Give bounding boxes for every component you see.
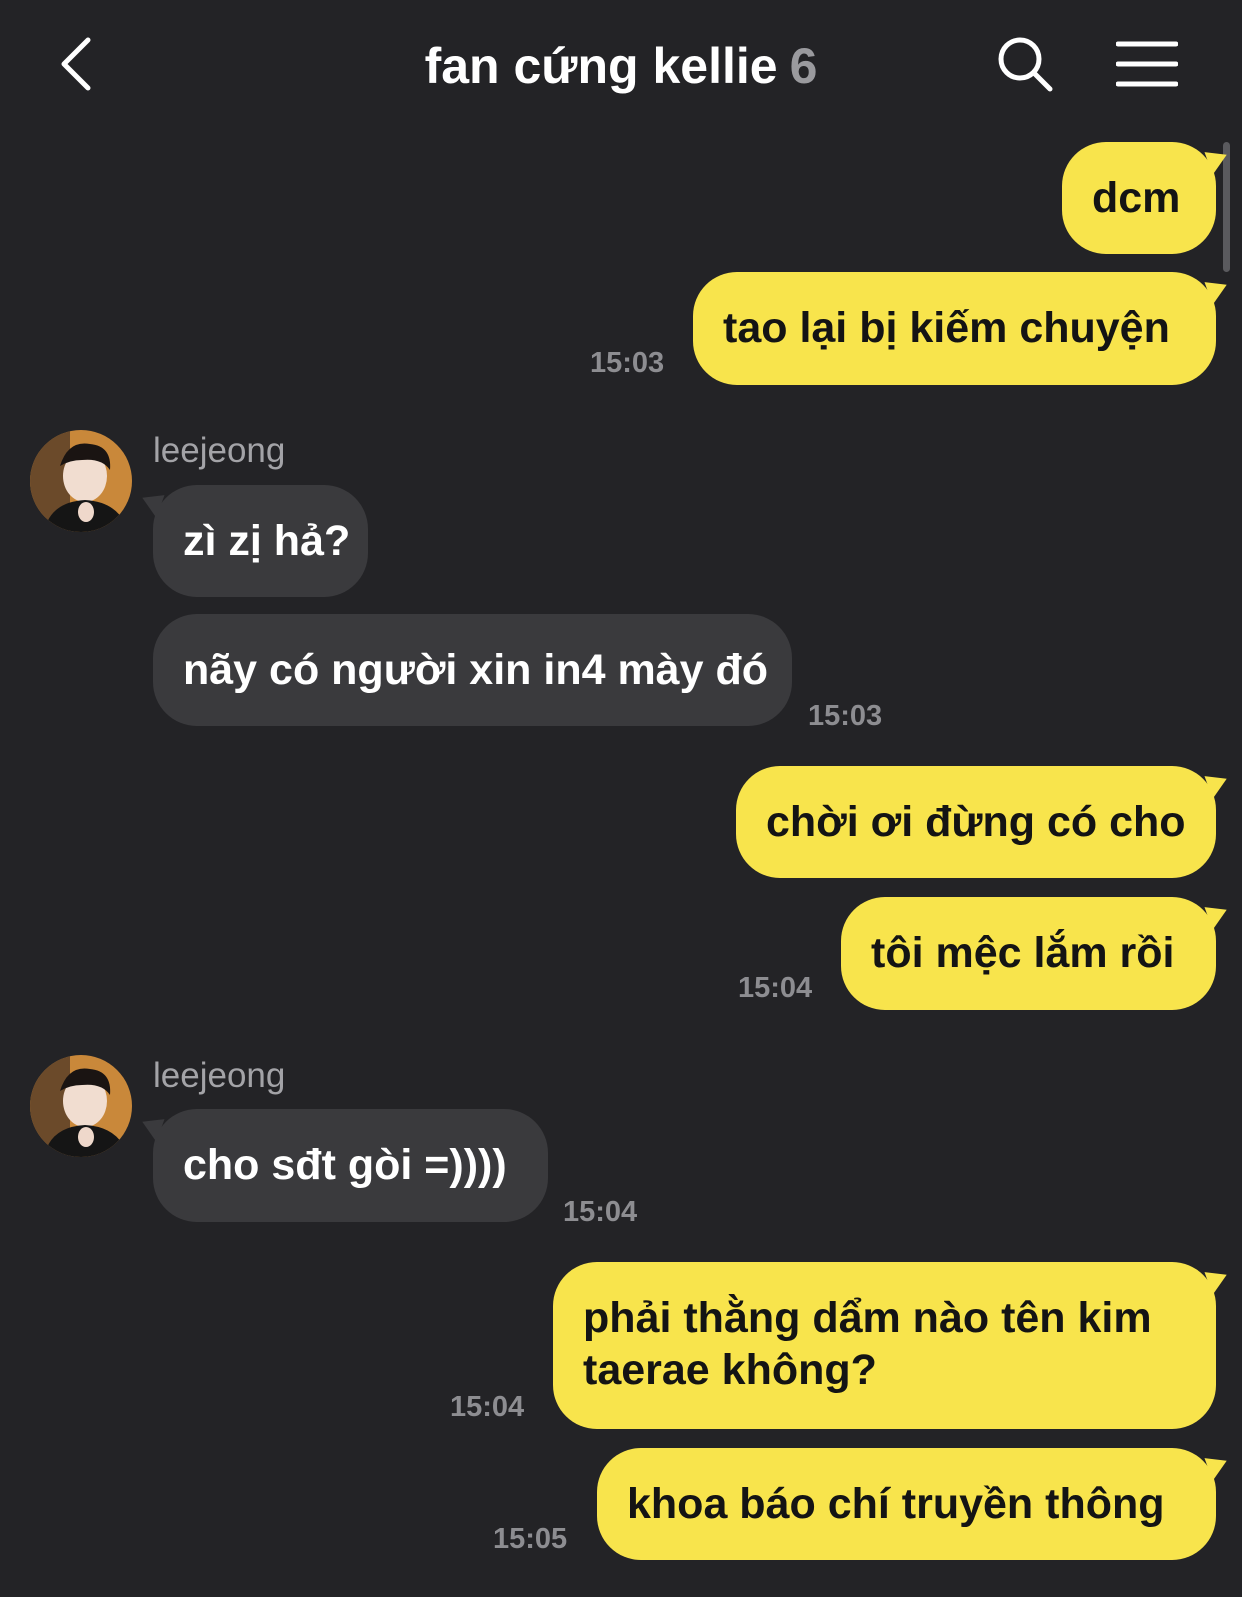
my-message-bubble[interactable]: chời ơi đừng có cho — [736, 766, 1216, 878]
avatar-leejeong[interactable] — [30, 430, 132, 532]
search-icon — [998, 37, 1053, 92]
message-timestamp: 15:05 — [493, 1523, 568, 1555]
their-message-bubble[interactable]: zì zị hả? — [153, 485, 368, 597]
chat-header: fan cứng kellie 6 — [0, 0, 1242, 130]
sender-name: leejeong — [153, 431, 286, 470]
my-message-bubble[interactable]: dcm — [1062, 142, 1216, 254]
message-timestamp: 15:04 — [563, 1196, 638, 1228]
sender-name: leejeong — [153, 1056, 286, 1095]
my-message-bubble[interactable]: tôi mệc lắm rồi — [841, 897, 1216, 1010]
message-text: tôi mệc lắm rồi — [871, 929, 1175, 977]
message-timestamp: 15:03 — [808, 700, 883, 732]
my-message-bubble[interactable]: tao lại bị kiếm chuyện — [693, 272, 1216, 385]
avatar-leejeong[interactable] — [30, 1055, 132, 1157]
user-photo-icon — [30, 430, 132, 532]
message-text: zì zị hả? — [183, 517, 351, 565]
message-text-line: taerae không? — [583, 1346, 877, 1394]
message-text: nãy có người xin in4 mày đó — [183, 646, 768, 694]
menu-button[interactable] — [1115, 40, 1179, 90]
search-button[interactable] — [995, 34, 1057, 96]
their-message-bubble[interactable]: cho sđt gòi =)))) — [153, 1109, 548, 1222]
my-message-bubble[interactable]: phải thằng dẩm nào tên kim taerae không? — [553, 1262, 1216, 1429]
message-text: dcm — [1092, 174, 1181, 222]
member-count: 6 — [789, 38, 818, 94]
their-message-bubble[interactable]: nãy có người xin in4 mày đó — [153, 614, 792, 726]
chat-room-name: fan cứng kellie — [424, 38, 778, 94]
message-timestamp: 15:04 — [450, 1391, 525, 1423]
message-text: tao lại bị kiếm chuyện — [723, 304, 1170, 352]
message-text: cho sđt gòi =)))) — [183, 1141, 507, 1189]
my-message-bubble[interactable]: khoa báo chí truyền thông — [597, 1448, 1216, 1560]
message-timestamp: 15:03 — [590, 347, 665, 379]
message-text: khoa báo chí truyền thông — [627, 1480, 1165, 1528]
user-photo-icon — [30, 1055, 132, 1157]
hamburger-menu-icon — [1115, 41, 1179, 87]
message-timestamp: 15:04 — [738, 972, 813, 1004]
message-text-line: phải thằng dẩm nào tên kim — [583, 1294, 1152, 1342]
message-text: chời ơi đừng có cho — [766, 798, 1186, 846]
